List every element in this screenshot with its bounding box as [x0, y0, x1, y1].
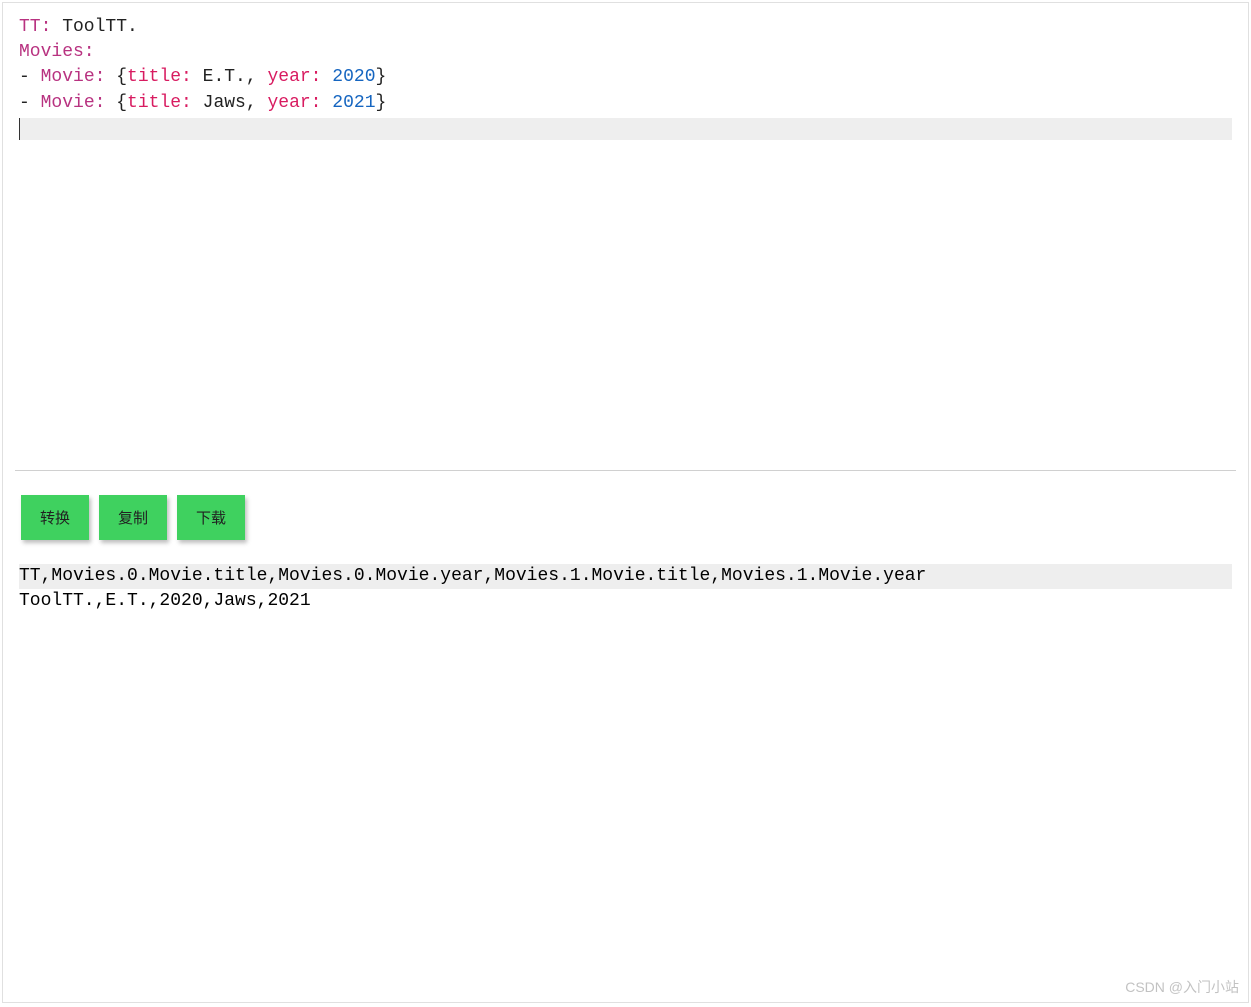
yaml-value: E.T., — [192, 67, 268, 87]
yaml-number: 2021 — [321, 93, 375, 113]
yaml-number: 2020 — [321, 67, 375, 87]
yaml-brace: } — [376, 93, 387, 113]
cursor-line[interactable] — [19, 118, 1232, 140]
convert-button[interactable]: 转换 — [21, 495, 89, 540]
watermark: CSDN @入门小站 — [1125, 977, 1239, 997]
yaml-key: Movie: — [41, 67, 106, 87]
code-line-4: - Movie: {title: Jaws, year: 2021} — [19, 91, 1232, 116]
yaml-value: ToolTT. — [51, 17, 137, 37]
yaml-prop-key: year: — [267, 93, 321, 113]
yaml-value: Jaws, — [192, 93, 268, 113]
yaml-key: Movie: — [41, 93, 106, 113]
yaml-key: TT: — [19, 17, 51, 37]
yaml-brace: { — [105, 93, 127, 113]
yaml-key: Movies: — [19, 42, 95, 62]
yaml-brace: { — [105, 67, 127, 87]
yaml-editor[interactable]: TT: ToolTT. Movies: - Movie: {title: E.T… — [3, 3, 1248, 140]
copy-button[interactable]: 复制 — [99, 495, 167, 540]
button-row: 转换 复制 下载 — [3, 471, 1248, 564]
main-container: TT: ToolTT. Movies: - Movie: {title: E.T… — [2, 2, 1249, 1003]
yaml-dash: - — [19, 67, 41, 87]
code-line-1: TT: ToolTT. — [19, 15, 1232, 40]
yaml-prop-key: year: — [267, 67, 321, 87]
code-line-3: - Movie: {title: E.T., year: 2020} — [19, 65, 1232, 90]
download-button[interactable]: 下载 — [177, 495, 245, 540]
yaml-prop-key: title: — [127, 93, 192, 113]
output-area[interactable]: TT,Movies.0.Movie.title,Movies.0.Movie.y… — [3, 564, 1248, 614]
output-header-line: TT,Movies.0.Movie.title,Movies.0.Movie.y… — [19, 564, 1232, 589]
yaml-prop-key: title: — [127, 67, 192, 87]
spacer — [3, 140, 1248, 470]
code-line-2: Movies: — [19, 40, 1232, 65]
output-data-line: ToolTT.,E.T.,2020,Jaws,2021 — [19, 589, 1232, 614]
yaml-dash: - — [19, 93, 41, 113]
yaml-brace: } — [376, 67, 387, 87]
code-area: TT: ToolTT. Movies: - Movie: {title: E.T… — [19, 15, 1232, 140]
